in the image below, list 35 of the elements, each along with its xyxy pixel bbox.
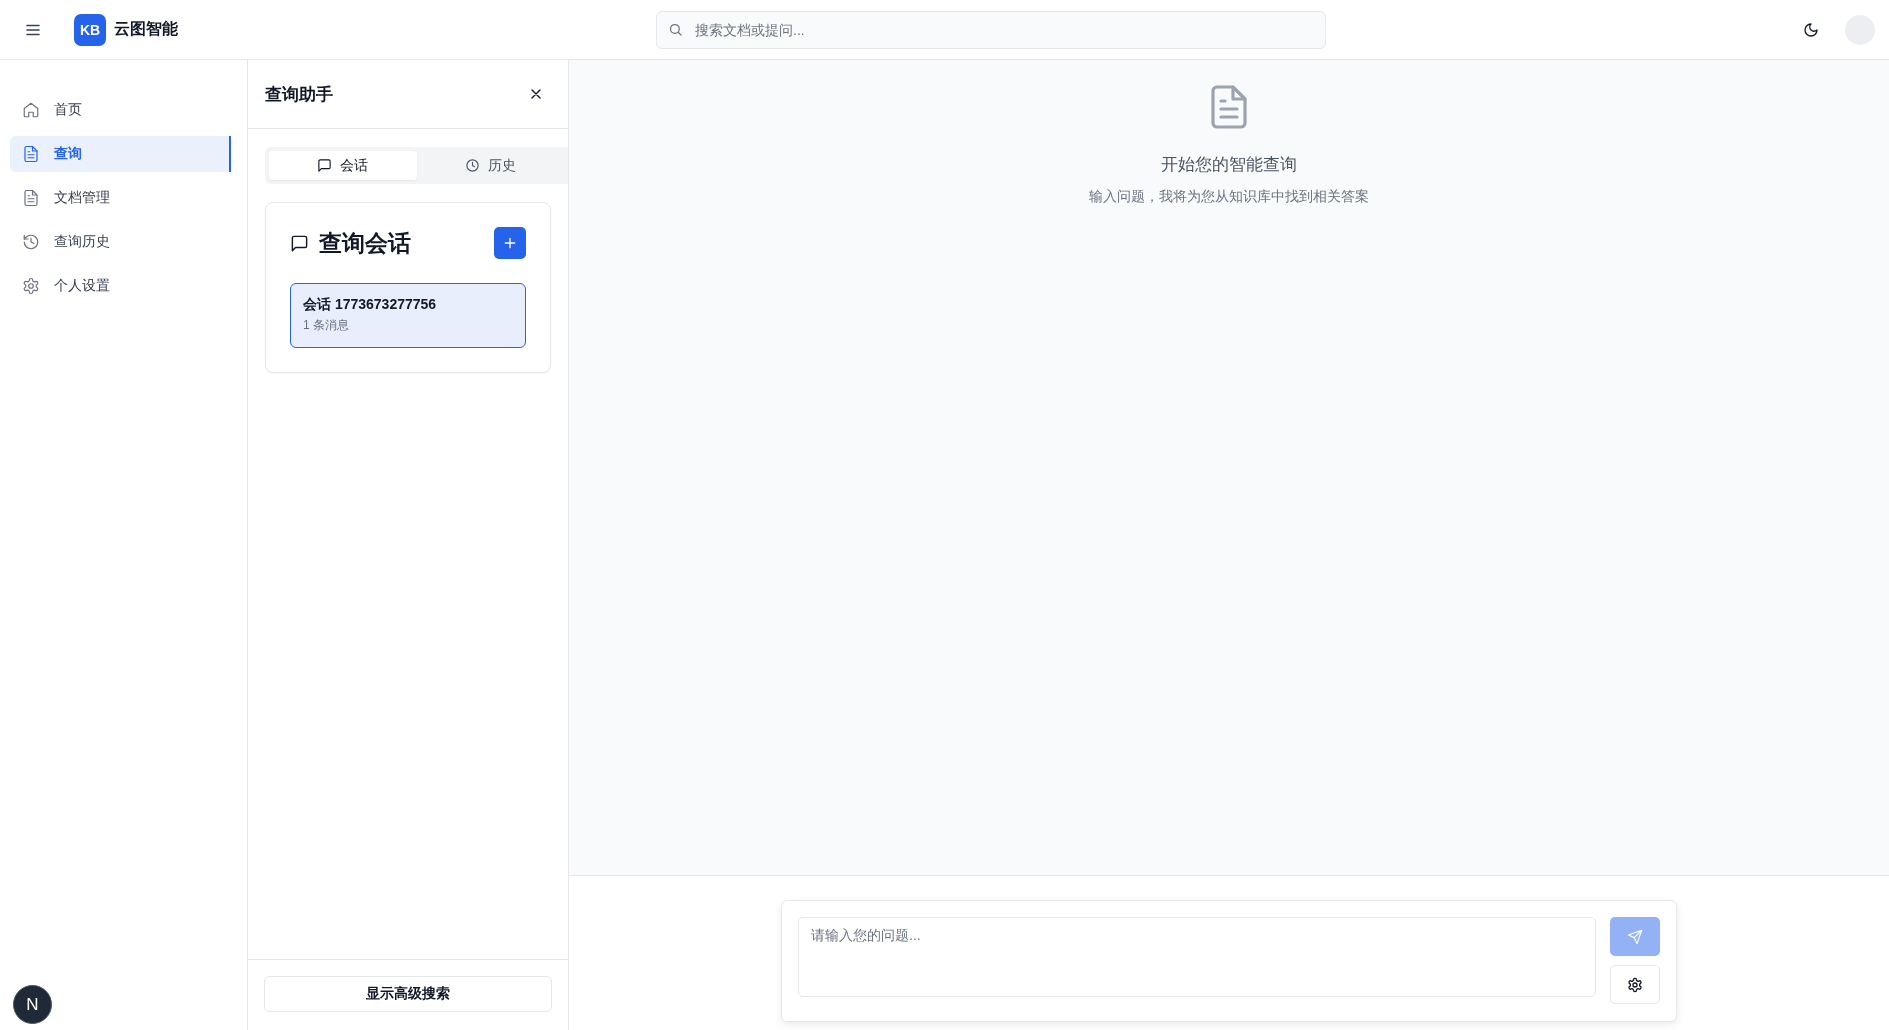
chat-bubble-icon: [290, 233, 309, 253]
clock-icon: [464, 158, 480, 173]
empty-state-title: 开始您的智能查询: [1161, 154, 1297, 176]
send-icon: [1627, 928, 1643, 945]
plus-icon: [502, 235, 518, 251]
tab[interactable]: 历史: [416, 151, 564, 180]
new-session-button[interactable]: [494, 227, 526, 259]
panel-title: 查询助手: [265, 83, 333, 106]
search-icon: [668, 21, 683, 37]
app-logo: KB: [74, 13, 106, 46]
settings-icon: [1627, 976, 1643, 993]
session-message-count: 1 条消息: [303, 317, 350, 334]
settings-icon: [22, 277, 40, 295]
nav-item[interactable]: 文档管理: [10, 180, 231, 216]
nav-item[interactable]: 个人设置: [10, 268, 231, 304]
dev-tools-badge[interactable]: N: [13, 985, 52, 1024]
chat-bubble-icon: [317, 158, 333, 173]
home-icon: [22, 101, 40, 119]
card-title: 查询会话: [319, 228, 412, 258]
moon-icon: [1803, 21, 1819, 38]
tab[interactable]: 会话: [269, 151, 417, 180]
question-input[interactable]: 请输入您的问题...: [798, 917, 1596, 997]
document-icon: [22, 189, 40, 207]
nav-item[interactable]: 查询: [10, 136, 231, 172]
session-item[interactable]: 会话 1773673277756 1 条消息: [290, 283, 526, 348]
app-name: 云图智能: [114, 19, 178, 39]
nav-item[interactable]: 首页: [10, 92, 231, 128]
advanced-search-button[interactable]: 显示高级搜索: [264, 976, 552, 1012]
empty-state-subtitle: 输入问题，我将为您从知识库中找到相关答案: [1089, 188, 1369, 206]
search-field[interactable]: 搜索文档或提问...: [656, 10, 1326, 49]
nav-item[interactable]: 查询历史: [10, 224, 231, 260]
settings-button[interactable]: [1610, 965, 1660, 1004]
history-icon: [22, 233, 40, 251]
document-icon: [22, 145, 40, 163]
session-title: 会话 1773673277756: [303, 296, 438, 314]
